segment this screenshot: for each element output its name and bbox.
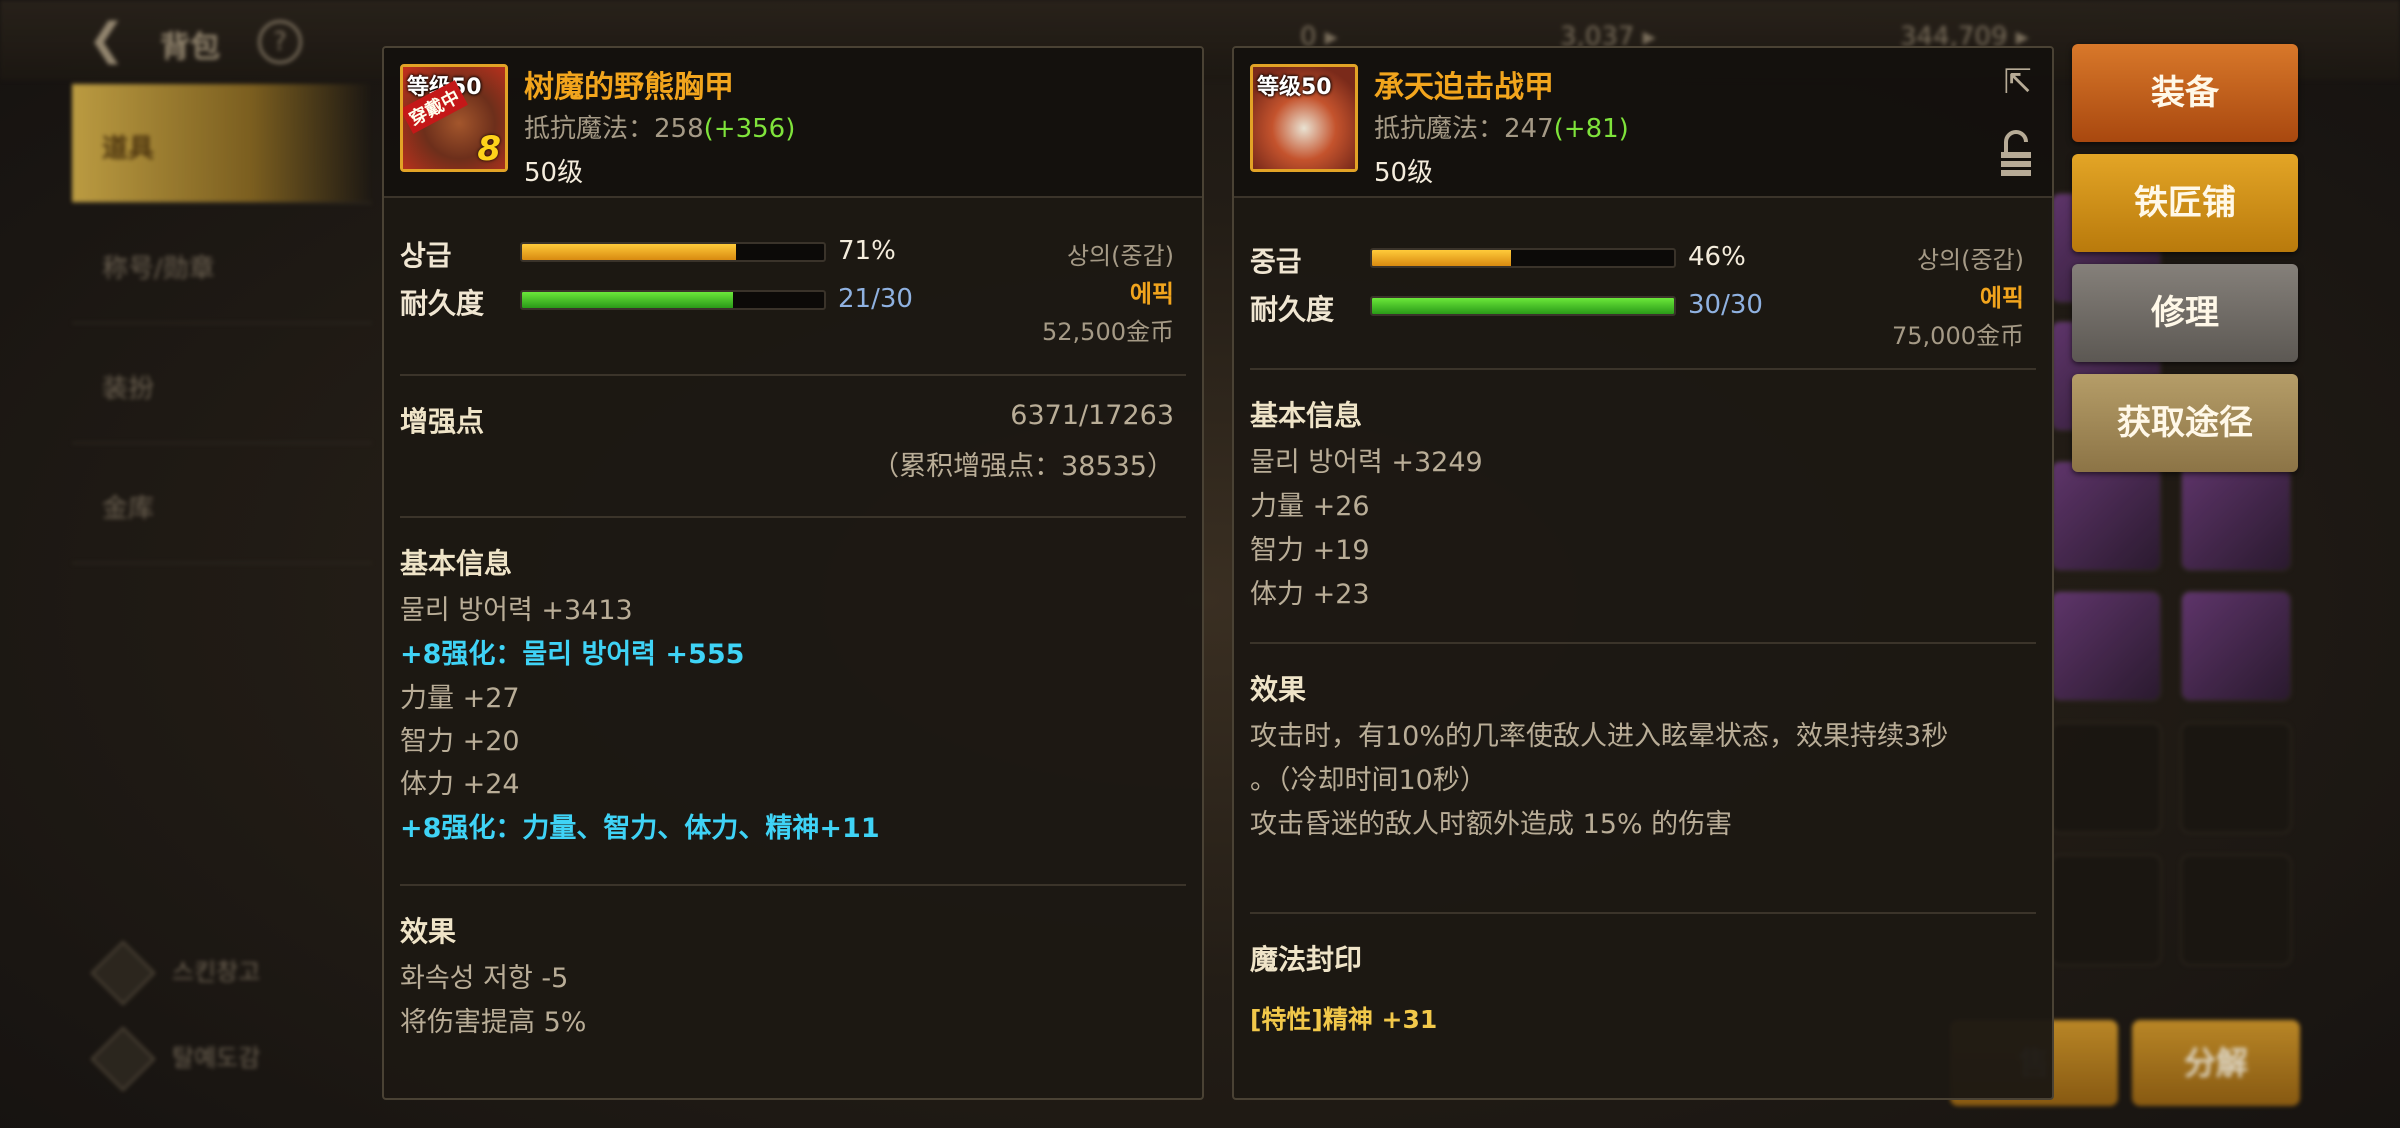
basic-info-title: 基本信息: [1250, 399, 1363, 432]
stat-line: 물리 방어력 +3413: [400, 595, 633, 626]
nav-item-costume[interactable]: 装扮: [72, 324, 372, 444]
durability-value: 30/30: [1688, 290, 1763, 320]
back-arrow-icon[interactable]: ❮: [88, 14, 125, 65]
help-icon[interactable]: ?: [258, 20, 302, 64]
nav-footer-skin[interactable]: 스킨창고: [90, 940, 260, 1006]
inventory-slot[interactable]: [2050, 854, 2162, 966]
rarity: 에픽: [1979, 284, 2024, 312]
effect-line: 攻击时，有10%的几率使敌人进入眩晕状态，效果持续3秒: [1250, 721, 1949, 752]
durability-value: 21/30: [838, 284, 913, 314]
equipped-item-panel: 等级50 穿戴中 8 树魔的野熊胸甲 抵抗魔法：258(+356) 50级 상급…: [382, 46, 1204, 1100]
durability-label: 耐久度: [400, 287, 485, 320]
magic-seal-title: 魔法封印: [1250, 943, 1363, 976]
divider: [1250, 912, 2036, 914]
durability-bar-fill: [1372, 298, 1674, 314]
enhance-title: 增强点: [400, 405, 485, 438]
inventory-slot[interactable]: [2050, 590, 2162, 702]
divider: [400, 516, 1186, 518]
durability-label: 耐久度: [1250, 293, 1335, 326]
stat-line: 体力 +23: [1250, 579, 1370, 610]
diamond-icon: [90, 940, 156, 1006]
grade-percent: 71%: [838, 236, 896, 266]
durability-bar: [520, 290, 826, 310]
effect-line: 화속성 저항 -5: [400, 963, 569, 994]
grade-label: 상급: [400, 239, 452, 272]
stat-line: 力量 +27: [400, 683, 520, 714]
diamond-icon: [90, 1026, 156, 1092]
nav-footer-codex[interactable]: 탈예도감: [90, 1026, 260, 1092]
grade-bar: [520, 242, 826, 262]
nav-item-vault[interactable]: 金库: [72, 444, 372, 564]
enhance-total: （累积增强点：38535）: [872, 451, 1174, 482]
divider: [1250, 368, 2036, 370]
magic-resist: 抵抗魔法：258(+356): [524, 114, 796, 144]
stat-line: 물리 방어력 +3249: [1250, 447, 1483, 478]
stat-line-enhance: +8强化：力量、智力、体力、精神+11: [400, 813, 880, 844]
inventory-slot[interactable]: [2180, 590, 2292, 702]
selected-item-panel: 等级50 承天迫击战甲 抵抗魔法：247(+81) 50级 ⇱ 중급 46% 耐…: [1232, 46, 2054, 1100]
grade-percent: 46%: [1688, 242, 1746, 272]
price: 52,500金币: [1042, 318, 1174, 346]
repair-button[interactable]: 修理: [2072, 264, 2298, 362]
item-header: 等级50 承天迫击战甲 抵抗魔法：247(+81) 50级 ⇱: [1234, 48, 2052, 198]
basic-info-title: 基本信息: [400, 547, 513, 580]
nav-item-items[interactable]: 道具: [72, 84, 372, 204]
blacksmith-button[interactable]: 铁匠铺: [2072, 154, 2298, 252]
price: 75,000金币: [1892, 322, 2024, 350]
inventory-slot[interactable]: [2050, 460, 2162, 572]
stat-line: 智力 +19: [1250, 535, 1370, 566]
effect-line: 将伤害提高 5%: [400, 1007, 587, 1038]
required-level: 50级: [1374, 158, 1434, 188]
enhance-value: 6371/17263: [1010, 400, 1174, 431]
enhance-level: 8: [477, 129, 501, 169]
effect-line: 攻击昏迷的敌人时额外造成 15% 的伤害: [1250, 809, 1733, 840]
stat-line: 智力 +20: [400, 726, 520, 757]
slot-type: 상의(중갑): [1916, 246, 2024, 274]
divider: [400, 374, 1186, 376]
grade-label: 중급: [1250, 245, 1302, 278]
inventory-slot[interactable]: [2180, 460, 2292, 572]
stat-line-enhance: +8强化：물리 방어력 +555: [400, 639, 745, 670]
icon-level: 等级50: [1257, 75, 1332, 100]
durability-bar-fill: [522, 292, 734, 308]
magic-seal-line: [特性]精神 +31: [1250, 1005, 1438, 1034]
stat-line: 体力 +24: [400, 769, 520, 800]
obtain-route-button[interactable]: 获取途径: [2072, 374, 2298, 472]
item-name: 树魔的野熊胸甲: [524, 70, 734, 105]
stat-line: 力量 +26: [1250, 491, 1370, 522]
durability-bar: [1370, 296, 1676, 316]
equip-button[interactable]: 装备: [2072, 44, 2298, 142]
divider: [400, 884, 1186, 886]
effect-title: 效果: [1250, 673, 1307, 706]
divider: [1250, 642, 2036, 644]
nav-item-titles[interactable]: 称号/勋章: [72, 204, 372, 324]
grade-bar-fill: [1372, 250, 1511, 266]
required-level: 50级: [524, 158, 584, 188]
grade-bar: [1370, 248, 1676, 268]
item-icon: 等级50 穿戴中 8: [400, 64, 508, 172]
magic-resist: 抵抗魔法：247(+81): [1374, 114, 1629, 144]
page-title: 背包: [160, 30, 220, 65]
inventory-slot[interactable]: [2180, 854, 2292, 966]
effect-title: 效果: [400, 915, 457, 948]
grade-bar-fill: [522, 244, 737, 260]
inventory-slot[interactable]: [2180, 722, 2292, 834]
rarity: 에픽: [1129, 280, 1174, 308]
item-name: 承天迫击战甲: [1374, 70, 1554, 105]
disassemble-button[interactable]: 分解: [2132, 1020, 2300, 1106]
share-icon[interactable]: ⇱: [2004, 62, 2033, 102]
slot-type: 상의(중갑): [1066, 242, 1174, 270]
lock-icon[interactable]: [1998, 130, 2034, 180]
item-icon: 等级50: [1250, 64, 1358, 172]
inventory-slot[interactable]: [2050, 722, 2162, 834]
item-header: 等级50 穿戴中 8 树魔的野熊胸甲 抵抗魔法：258(+356) 50级: [384, 48, 1202, 198]
effect-line: 。（冷却时间10秒）: [1250, 765, 1487, 796]
